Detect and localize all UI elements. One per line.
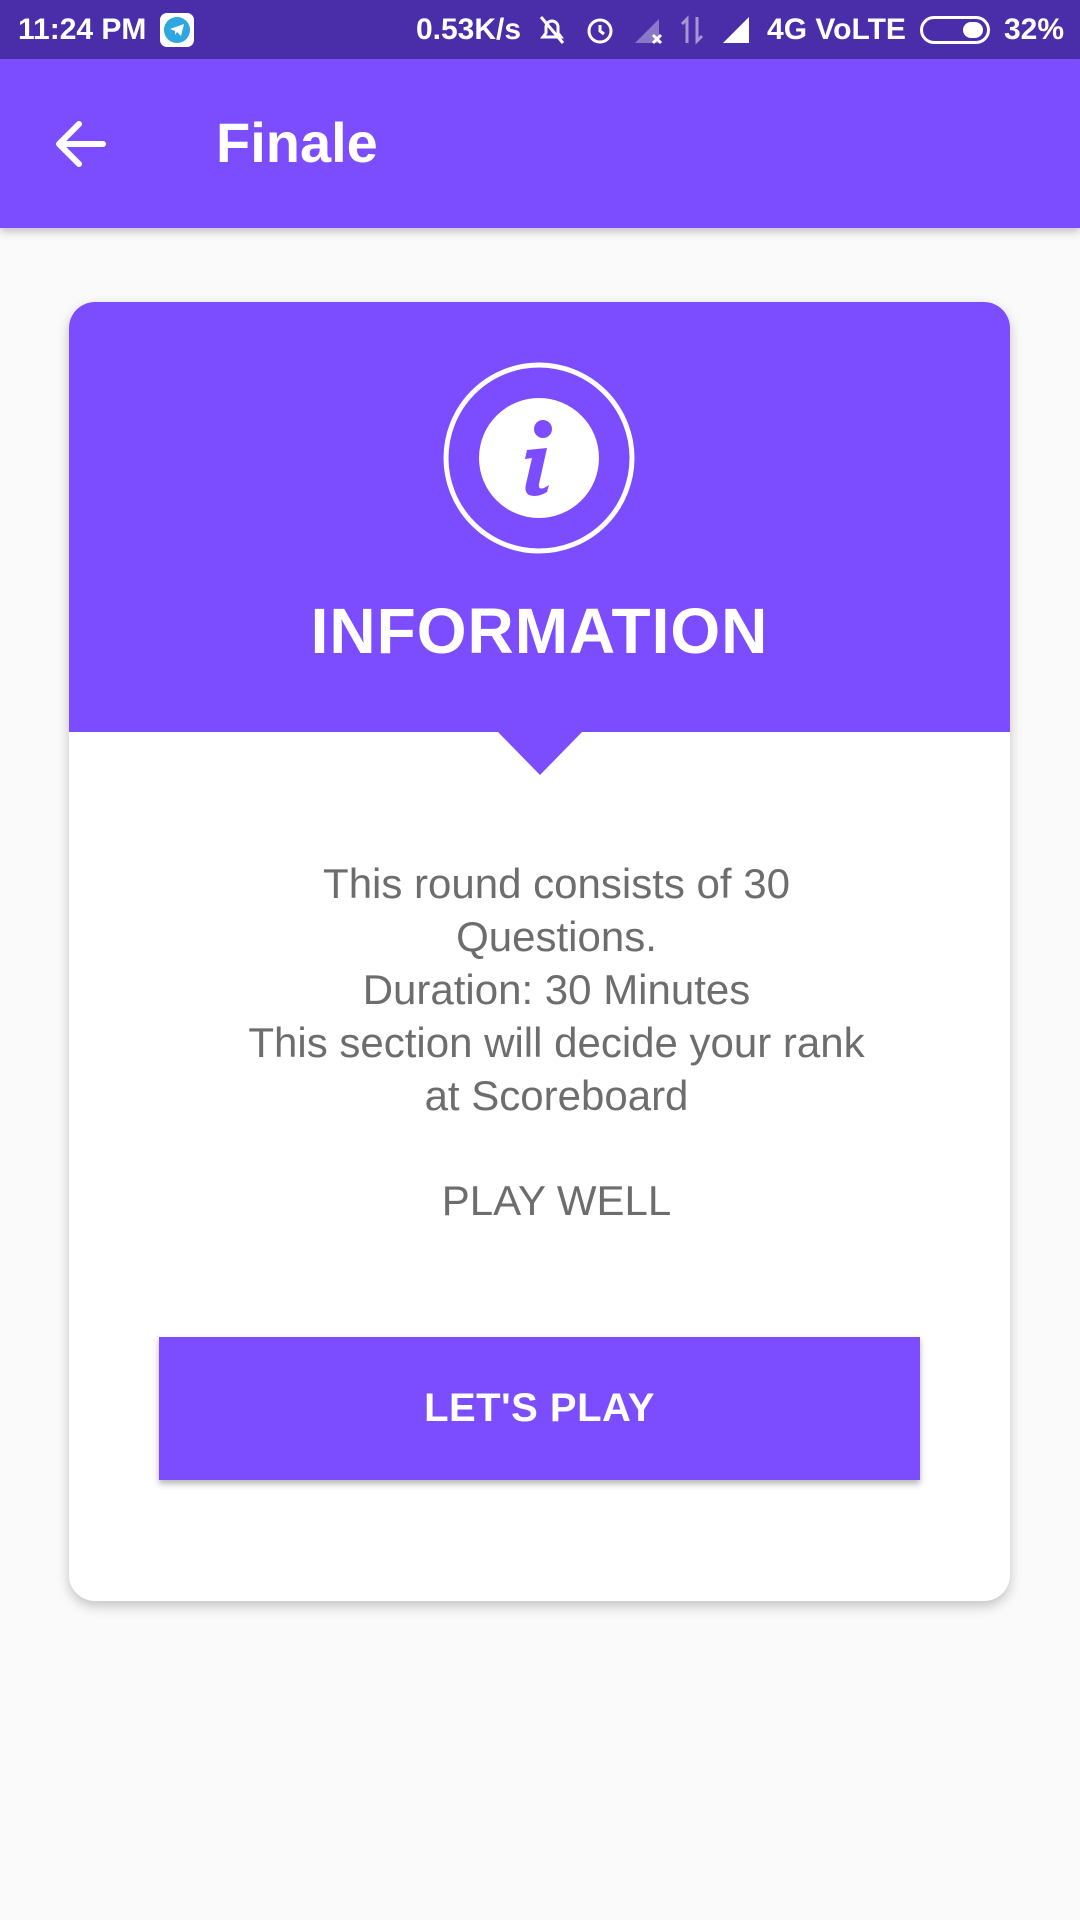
telegram-icon [160, 12, 195, 47]
body-line: at Scoreboard [424, 1072, 689, 1119]
header-pointer [497, 731, 583, 775]
battery-icon [919, 15, 990, 44]
back-button[interactable] [52, 117, 110, 171]
lets-play-button[interactable]: LET'S PLAY [159, 1337, 920, 1480]
mute-icon [535, 13, 569, 47]
card-header: INFORMATION [69, 302, 1010, 732]
page-title: Finale [216, 111, 378, 174]
info-heading: INFORMATION [310, 595, 769, 667]
network-speed: 0.53K/s [415, 12, 522, 46]
status-right: 0.53K/s 4G VoLTE 32% [416, 13, 1064, 47]
signal-off-icon [631, 13, 665, 47]
body-line: This section will decide your rank [248, 1019, 865, 1066]
status-time: 11:24 PM [18, 12, 147, 46]
battery-percent: 32% [1003, 12, 1064, 46]
data-arrows-icon [679, 13, 705, 47]
arrow-back-icon [56, 121, 106, 167]
signal-icon [719, 13, 753, 47]
body-line: This round consists of 30 [323, 860, 790, 907]
info-card: INFORMATION This round consists of 30 Qu… [69, 302, 1010, 1601]
info-body: This round consists of 30 Questions. Dur… [199, 857, 914, 1122]
network-type: 4G VoLTE [767, 12, 906, 46]
alarm-icon [583, 13, 617, 47]
body-line: Questions. [456, 913, 657, 960]
status-left: 11:24 PM [18, 12, 195, 47]
app-bar: Finale [0, 59, 1080, 228]
body-line: Duration: 30 Minutes [362, 966, 751, 1013]
info-footer: PLAY WELL [441, 1177, 672, 1224]
status-bar: 11:24 PM 0.53K/s 4G VoLTE 32% [0, 0, 1080, 59]
info-icon [443, 362, 635, 554]
